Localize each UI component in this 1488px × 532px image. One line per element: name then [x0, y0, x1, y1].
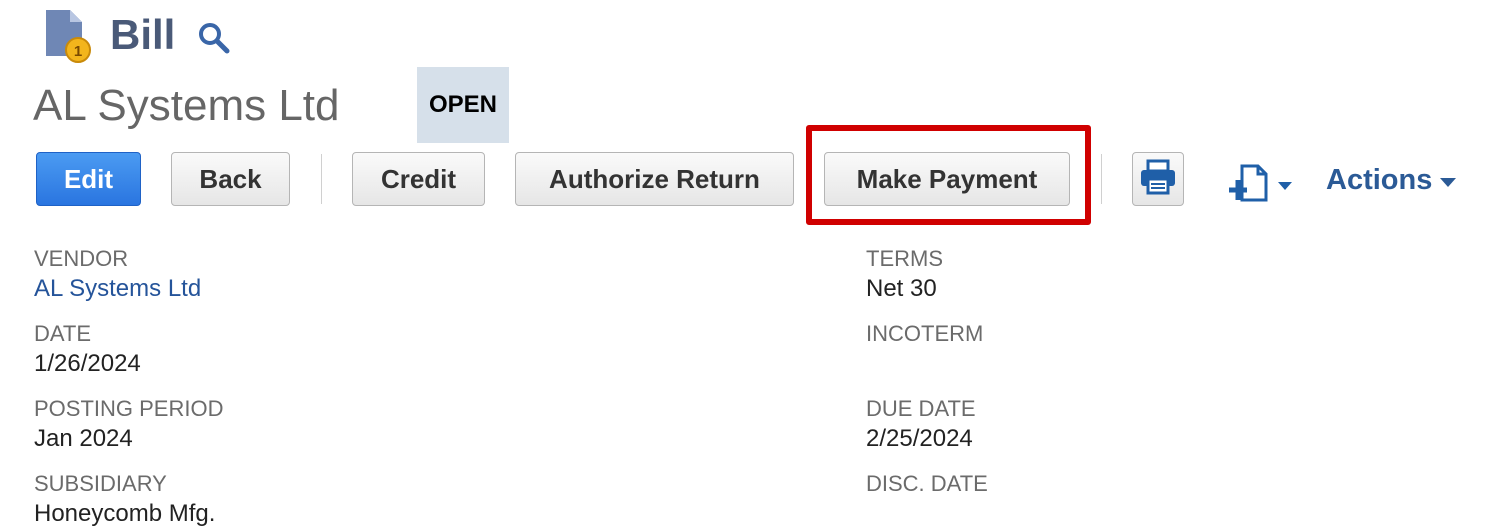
- record-title: AL Systems Ltd: [33, 81, 340, 130]
- actions-menu[interactable]: Actions: [1326, 164, 1457, 197]
- bill-record-page: 1 Bill AL Systems Ltd OPEN Edit Back Cre…: [0, 0, 1488, 532]
- search-icon[interactable]: [197, 21, 231, 55]
- field-value: Jan 2024: [34, 425, 133, 452]
- authorize-return-button[interactable]: Authorize Return: [515, 152, 794, 206]
- field-incoterm: INCOTERM: [866, 321, 983, 347]
- field-label: INCOTERM: [866, 321, 984, 346]
- new-document-icon: [1228, 162, 1272, 209]
- back-button[interactable]: Back: [171, 152, 290, 206]
- field-value: 2/25/2024: [866, 425, 973, 452]
- record-type-title: Bill: [110, 11, 176, 58]
- field-value: 1/26/2024: [34, 350, 141, 377]
- field-disc-date: DISC. DATE: [866, 471, 988, 497]
- field-label: POSTING PERIOD: [34, 396, 224, 421]
- toolbar-divider: [321, 154, 322, 204]
- actions-label: Actions: [1326, 164, 1433, 196]
- field-value: Honeycomb Mfg.: [34, 500, 216, 527]
- print-button[interactable]: [1132, 152, 1184, 206]
- field-due-date: DUE DATE 2/25/2024: [866, 396, 976, 456]
- field-value: Net 30: [866, 275, 937, 302]
- field-label: DUE DATE: [866, 396, 976, 421]
- bill-document-icon: 1: [40, 6, 92, 64]
- svg-text:1: 1: [74, 43, 82, 60]
- make-payment-highlight: [806, 125, 1091, 225]
- field-date: DATE 1/26/2024: [34, 321, 141, 381]
- toolbar-divider: [1101, 154, 1102, 204]
- record-header: 1 Bill: [40, 6, 231, 64]
- field-terms: TERMS Net 30: [866, 246, 943, 306]
- field-label: VENDOR: [34, 246, 129, 271]
- edit-button[interactable]: Edit: [36, 152, 141, 206]
- credit-button[interactable]: Credit: [352, 152, 485, 206]
- new-document-menu[interactable]: [1228, 162, 1292, 209]
- chevron-down-icon: [1278, 181, 1292, 190]
- chevron-down-icon: [1440, 178, 1457, 187]
- field-vendor: VENDOR AL Systems Ltd: [34, 246, 201, 306]
- field-subsidiary: SUBSIDIARY Honeycomb Mfg.: [34, 471, 215, 531]
- field-label: TERMS: [866, 246, 943, 271]
- field-label: SUBSIDIARY: [34, 471, 167, 496]
- field-label: DISC. DATE: [866, 471, 988, 496]
- vendor-link[interactable]: AL Systems Ltd: [34, 272, 201, 306]
- field-label: DATE: [34, 321, 92, 346]
- field-posting-period: POSTING PERIOD Jan 2024: [34, 396, 223, 456]
- status-badge: OPEN: [417, 67, 509, 143]
- print-icon: [1138, 159, 1178, 200]
